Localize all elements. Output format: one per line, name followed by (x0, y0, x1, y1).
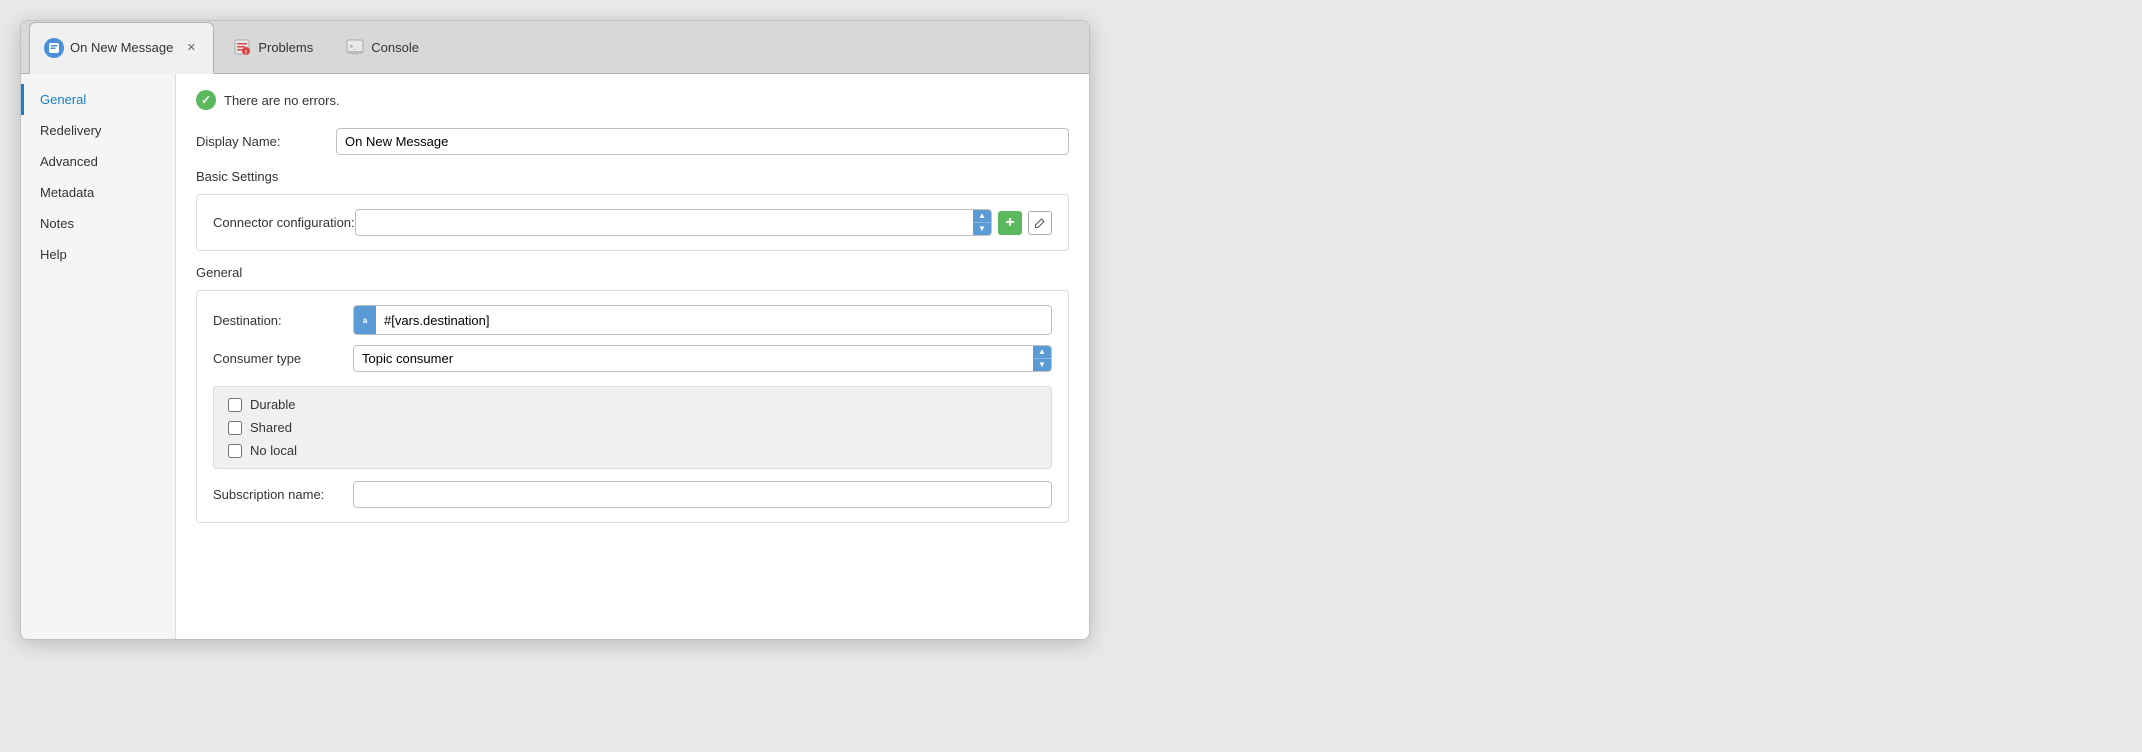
consumer-type-input[interactable] (354, 346, 1033, 371)
status-message: There are no errors. (224, 93, 340, 108)
sidebar-item-redelivery[interactable]: Redelivery (21, 115, 175, 146)
consumer-type-spinner-up[interactable]: ▲ (1033, 346, 1051, 359)
tab-problems[interactable]: ! Problems (218, 21, 327, 73)
content-area: General Redelivery Advanced Metadata Not… (21, 74, 1089, 639)
basic-settings-title: Basic Settings (196, 169, 1069, 184)
consumer-type-row: Consumer type ▲ ▼ (213, 345, 1052, 372)
basic-settings-box: Connector configuration: ▲ ▼ + (196, 194, 1069, 251)
subscription-name-row: Subscription name: (213, 481, 1052, 508)
status-ok-icon: ✓ (196, 90, 216, 110)
destination-input[interactable] (376, 308, 1051, 333)
sidebar-item-help[interactable]: Help (21, 239, 175, 270)
checkbox-shared-label: Shared (250, 420, 292, 435)
display-name-label: Display Name: (196, 134, 336, 149)
display-name-row: Display Name: (196, 128, 1069, 155)
checkbox-durable-row: Durable (228, 397, 1037, 412)
svg-text:!: ! (245, 51, 247, 57)
subscription-name-label: Subscription name: (213, 487, 353, 502)
consumer-type-label: Consumer type (213, 351, 353, 366)
general-subsection: General Destination: a (196, 265, 1069, 523)
connector-config-row: Connector configuration: ▲ ▼ + (213, 209, 1052, 236)
tab-on-new-message-label: On New Message (70, 40, 173, 55)
consumer-type-spinner-down[interactable]: ▼ (1033, 359, 1051, 371)
tab-on-new-message-icon (44, 38, 64, 58)
sidebar-item-notes[interactable]: Notes (21, 208, 175, 239)
connector-label: Connector configuration: (213, 215, 355, 230)
main-panel: ✓ There are no errors. Display Name: Bas… (176, 74, 1089, 639)
checkbox-shared[interactable] (228, 421, 242, 435)
consumer-type-spinners[interactable]: ▲ ▼ (1033, 346, 1051, 371)
sidebar-item-general[interactable]: General (21, 84, 175, 115)
checkbox-durable[interactable] (228, 398, 242, 412)
tab-on-new-message[interactable]: On New Message ✕ (29, 22, 214, 74)
svg-text:>_: >_ (350, 44, 357, 50)
tab-console-label: Console (371, 40, 419, 55)
destination-input-wrap: a (353, 305, 1052, 335)
checkbox-shared-row: Shared (228, 420, 1037, 435)
tab-console-icon: >_ (345, 37, 365, 57)
destination-icon: a (354, 306, 376, 334)
checkbox-durable-label: Durable (250, 397, 296, 412)
tab-console[interactable]: >_ Console (331, 21, 433, 73)
checkbox-no-local[interactable] (228, 444, 242, 458)
consumer-type-select[interactable]: ▲ ▼ (353, 345, 1052, 372)
general-subsection-title: General (196, 265, 1069, 280)
sidebar: General Redelivery Advanced Metadata Not… (21, 74, 176, 639)
subscription-name-input[interactable] (353, 481, 1052, 508)
destination-label: Destination: (213, 313, 353, 328)
connector-spinner-down[interactable]: ▼ (973, 223, 991, 235)
checkbox-section: Durable Shared No local (213, 386, 1052, 469)
display-name-input[interactable] (336, 128, 1069, 155)
tab-problems-label: Problems (258, 40, 313, 55)
checkbox-no-local-label: No local (250, 443, 297, 458)
connector-spinners[interactable]: ▲ ▼ (973, 210, 991, 235)
tab-bar: On New Message ✕ ! Problems (21, 21, 1089, 74)
tab-problems-icon: ! (232, 37, 252, 57)
general-subsection-box: Destination: a (196, 290, 1069, 523)
svg-text:a: a (363, 316, 368, 325)
status-bar: ✓ There are no errors. (196, 90, 1069, 110)
sidebar-item-metadata[interactable]: Metadata (21, 177, 175, 208)
connector-select[interactable]: ▲ ▼ (355, 209, 992, 236)
tab-close-button[interactable]: ✕ (183, 40, 199, 56)
connector-select-input[interactable] (356, 210, 973, 235)
add-connector-button[interactable]: + (998, 211, 1022, 235)
main-window: On New Message ✕ ! Problems (20, 20, 1090, 640)
edit-connector-button[interactable] (1028, 211, 1052, 235)
sidebar-item-advanced[interactable]: Advanced (21, 146, 175, 177)
connector-spinner-up[interactable]: ▲ (973, 210, 991, 223)
destination-row: Destination: a (213, 305, 1052, 335)
checkbox-no-local-row: No local (228, 443, 1037, 458)
